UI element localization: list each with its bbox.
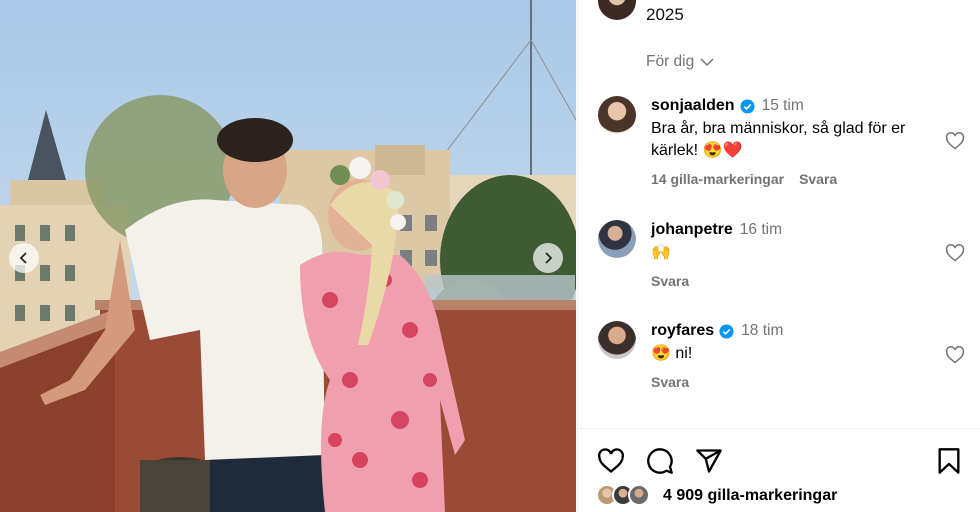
comment-time[interactable]: 16 tim bbox=[740, 220, 782, 240]
bookmark-icon bbox=[938, 448, 960, 474]
sort-label: För dig bbox=[646, 53, 695, 70]
likes-count[interactable]: 4 909 gilla-markeringar bbox=[663, 487, 837, 505]
comment-time[interactable]: 15 tim bbox=[762, 96, 804, 116]
caption-text: 2025 bbox=[646, 5, 684, 24]
save-button[interactable] bbox=[934, 446, 964, 476]
chevron-down-icon bbox=[700, 57, 714, 66]
avatar[interactable] bbox=[598, 321, 636, 359]
heart-icon bbox=[598, 448, 624, 473]
comment-text: 😍 ni! bbox=[651, 345, 693, 362]
chevron-left-icon bbox=[19, 252, 27, 264]
comment-time[interactable]: 18 tim bbox=[741, 321, 783, 341]
comment-username[interactable]: johanpetre bbox=[651, 220, 733, 240]
chevron-right-icon bbox=[545, 252, 553, 264]
share-icon bbox=[696, 449, 722, 473]
like-button[interactable] bbox=[596, 446, 626, 476]
heart-icon[interactable] bbox=[945, 345, 965, 365]
carousel-prev-button[interactable] bbox=[9, 243, 39, 273]
avatar[interactable] bbox=[598, 220, 636, 258]
photo-scene bbox=[0, 0, 576, 512]
avatar[interactable] bbox=[598, 96, 636, 134]
caption-avatar[interactable] bbox=[598, 0, 636, 20]
reply-button[interactable]: Svara bbox=[799, 171, 837, 187]
comment-icon bbox=[647, 448, 673, 474]
comment-text: Bra år, bra människor, så glad för er kä… bbox=[651, 120, 906, 159]
comment-button[interactable] bbox=[645, 446, 675, 476]
liker-avatars[interactable] bbox=[596, 484, 650, 506]
comment-likes-link[interactable]: 14 gilla-markeringar bbox=[651, 171, 784, 187]
heart-icon[interactable] bbox=[945, 131, 965, 151]
reply-button[interactable]: Svara bbox=[651, 374, 689, 390]
heart-icon[interactable] bbox=[945, 243, 965, 263]
carousel-next-button[interactable] bbox=[533, 243, 563, 273]
verified-badge-icon bbox=[740, 98, 755, 114]
comments-panel: 2025 För dig sonjaalden 15 tim Bra år, b… bbox=[577, 0, 980, 512]
comment-sort-dropdown[interactable]: För dig bbox=[646, 53, 714, 71]
comment-text: 🙌 bbox=[651, 244, 671, 261]
reply-button[interactable]: Svara bbox=[651, 273, 689, 289]
avatar bbox=[628, 484, 650, 506]
post-action-bar: 4 909 gilla-markeringar bbox=[578, 428, 980, 512]
comment-username[interactable]: royfares bbox=[651, 321, 714, 341]
comment-username[interactable]: sonjaalden bbox=[651, 96, 735, 116]
verified-badge-icon bbox=[719, 323, 734, 339]
share-button[interactable] bbox=[694, 446, 724, 476]
post-photo[interactable] bbox=[0, 0, 576, 512]
